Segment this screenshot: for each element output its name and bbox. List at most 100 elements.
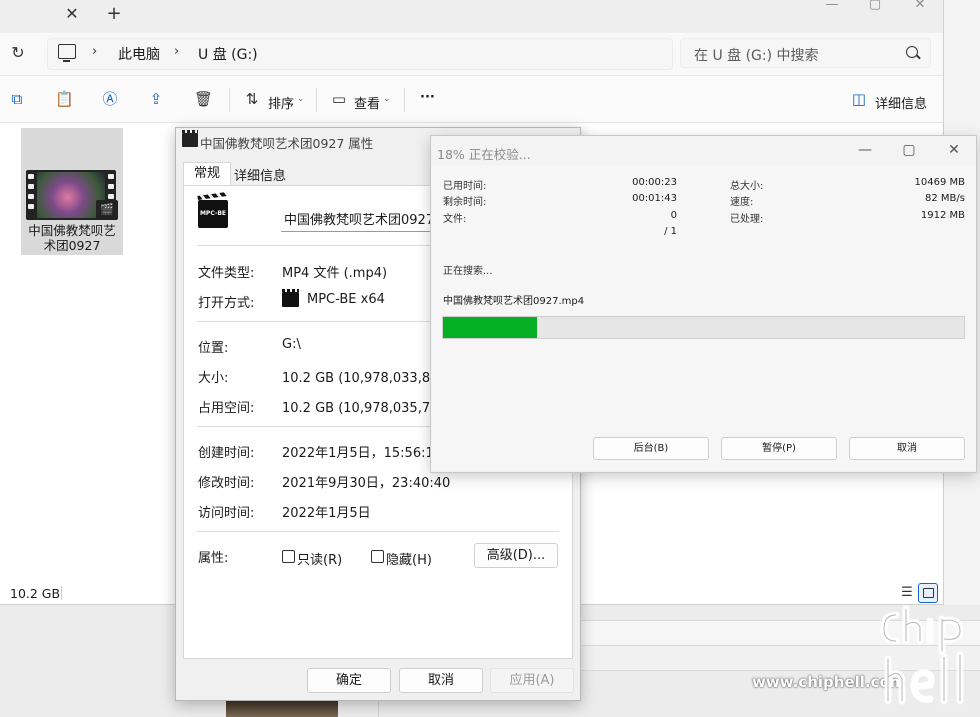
verify-status: 正在搜索... [443, 266, 493, 277]
new-tab-icon[interactable]: + [104, 4, 124, 24]
breadcrumb-separator[interactable]: › [174, 44, 179, 59]
minimize-icon[interactable]: — [812, 0, 852, 14]
accessed-label: 访问时间: [198, 506, 255, 521]
share-icon[interactable]: ⇪ [148, 91, 164, 107]
film-perforation [28, 184, 34, 189]
sort-button[interactable]: 排序 [268, 93, 294, 112]
delete-icon[interactable]: 🗑 [194, 91, 213, 107]
details-pane-button[interactable]: 详细信息 [875, 93, 927, 112]
details-pane-icon[interactable]: ◫ [851, 91, 867, 107]
chiphell-watermark-logo [880, 605, 964, 705]
tab-close-icon[interactable]: ✕ [62, 4, 82, 24]
modified-label: 修改时间: [198, 476, 255, 491]
breadcrumb-drive[interactable]: U 盘 (G:) [198, 44, 258, 64]
breadcrumb-separator[interactable]: › [92, 44, 97, 59]
file-name-line: 中国佛教梵呗艺 [28, 223, 116, 238]
toolbar-divider [229, 88, 230, 112]
close-icon[interactable]: ✕ [944, 141, 964, 159]
breadcrumb-this-pc[interactable]: 此电脑 [118, 44, 160, 64]
view-button[interactable]: 查看 [354, 93, 380, 112]
film-perforation [28, 194, 34, 199]
location-value: G:\ [282, 337, 301, 352]
dialog-title: 中国佛教梵呗艺术团0927 属性 [200, 136, 374, 151]
close-icon[interactable]: ✕ [900, 0, 940, 14]
apply-button[interactable]: 应用(A) [490, 668, 574, 693]
mpc-be-file-icon: MPC-BE [198, 200, 228, 228]
refresh-icon[interactable]: ↻ [8, 43, 28, 63]
processed-label: 已处理: [730, 214, 764, 225]
background-button[interactable]: 后台(B) [593, 437, 709, 460]
minimize-icon[interactable]: — [855, 141, 875, 159]
film-perforation [108, 174, 114, 179]
size-label: 大小: [198, 371, 229, 386]
accessed-value: 2022年1月5日 [282, 506, 371, 521]
verify-title: 18% 正在校验... [437, 147, 531, 162]
location-label: 位置: [198, 341, 229, 356]
divider [197, 531, 559, 532]
search-input[interactable]: 在 U 盘 (G:) 中搜索 [694, 45, 819, 65]
film-perforation [108, 194, 114, 199]
readonly-checkbox[interactable] [282, 550, 295, 563]
tab-details[interactable]: 详细信息 [234, 165, 286, 184]
status-selection-size: 10.2 GB [10, 586, 61, 601]
cancel-verify-button[interactable]: 取消 [849, 437, 965, 460]
clapperboard-icon [282, 289, 299, 307]
elapsed-label: 已用时间: [443, 181, 487, 192]
files-label: 文件: [443, 214, 467, 225]
maximize-icon[interactable]: ▢ [855, 0, 895, 14]
elapsed-value: 00:00:23 [632, 177, 677, 188]
speed-label: 速度: [730, 197, 754, 208]
open-with-value: MPC-BE x64 [307, 292, 385, 307]
toolbar-divider [404, 88, 405, 112]
progress-fill [443, 317, 537, 338]
maximize-icon[interactable]: ▢ [899, 141, 919, 159]
speed-value: 82 MB/s [925, 193, 965, 204]
computer-icon[interactable] [58, 44, 76, 62]
command-bar [0, 76, 943, 123]
hidden-label[interactable]: 隐藏(H) [386, 549, 432, 568]
file-name-label[interactable]: 中国佛教梵呗艺 术团0927 [21, 223, 123, 253]
search-icon[interactable] [906, 46, 918, 58]
current-file: 中国佛教梵呗艺术团0927.mp4 [443, 296, 585, 307]
clapperboard-icon: 🎬 [96, 200, 118, 220]
chevron-down-icon[interactable]: ⌄ [297, 94, 305, 104]
created-label: 创建时间: [198, 446, 255, 461]
film-perforation [108, 184, 114, 189]
total-size-value: 10469 MB [914, 177, 965, 188]
copy-icon[interactable]: ⧉ [9, 91, 25, 107]
processed-value: 1912 MB [920, 210, 965, 221]
toolbar-divider [316, 88, 317, 112]
rename-icon[interactable]: Ⓐ [102, 91, 118, 107]
clapperboard-icon [182, 130, 198, 147]
view-icon[interactable]: ▭ [331, 91, 347, 107]
advanced-button[interactable]: 高级(D)... [474, 543, 558, 568]
video-frame [37, 172, 105, 218]
status-divider [61, 586, 62, 600]
total-size-label: 总大小: [730, 181, 764, 192]
more-options-button[interactable]: ··· [420, 90, 435, 105]
paste-icon[interactable]: 📋 [55, 91, 74, 107]
open-with-label: 打开方式: [198, 296, 255, 311]
files-value: 0 [670, 210, 677, 221]
film-perforation [28, 174, 34, 179]
cancel-button[interactable]: 取消 [399, 668, 483, 693]
file-name-value[interactable]: 中国佛教梵呗艺术团0927 [284, 209, 434, 228]
large-icons-view-icon[interactable] [918, 583, 938, 603]
created-value: 2022年1月5日，15:56:11 [282, 446, 443, 461]
files-total-value: / 1 [664, 226, 677, 237]
details-view-icon[interactable]: ☰ [899, 586, 915, 600]
tab-general[interactable]: 常规 [183, 162, 231, 186]
attributes-label: 属性: [198, 551, 229, 566]
sort-icon[interactable]: ⇅ [244, 91, 260, 107]
pause-button[interactable]: 暂停(P) [721, 437, 837, 460]
chevron-down-icon[interactable]: ⌄ [383, 94, 391, 104]
file-name-line: 术团0927 [43, 238, 101, 253]
remaining-label: 剩余时间: [443, 197, 487, 208]
file-type-value: MP4 文件 (.mp4) [282, 266, 388, 281]
film-perforation [28, 204, 34, 209]
readonly-label[interactable]: 只读(R) [297, 549, 342, 568]
hidden-checkbox[interactable] [371, 550, 384, 563]
file-type-label: 文件类型: [198, 266, 255, 281]
ok-button[interactable]: 确定 [307, 668, 391, 693]
tab-bar [0, 0, 943, 33]
